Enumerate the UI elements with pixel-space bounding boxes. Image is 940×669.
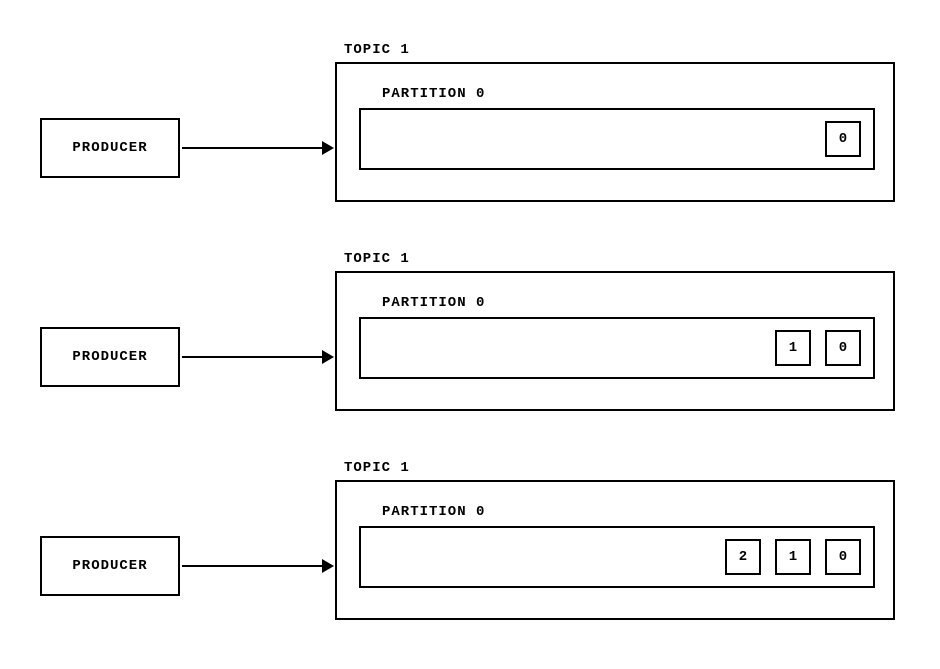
producer-label: PRODUCER [72, 349, 147, 365]
message-cell: 1 [775, 330, 811, 366]
message-value: 0 [839, 340, 847, 356]
topic-label: TOPIC 1 [344, 42, 410, 58]
arrow-icon [182, 356, 332, 358]
partition-box: 1 0 [359, 317, 875, 379]
partition-box: 0 [359, 108, 875, 170]
partition-label: PARTITION 0 [382, 504, 485, 520]
message-value: 1 [789, 340, 797, 356]
message-value: 1 [789, 549, 797, 565]
topic-box: PARTITION 0 1 0 [335, 271, 895, 411]
message-cell: 0 [825, 121, 861, 157]
message-cell: 1 [775, 539, 811, 575]
message-cell: 0 [825, 539, 861, 575]
topic-box: PARTITION 0 2 1 0 [335, 480, 895, 620]
arrow-icon [182, 565, 332, 567]
partition-label: PARTITION 0 [382, 86, 485, 102]
topic-label: TOPIC 1 [344, 251, 410, 267]
topic-label: TOPIC 1 [344, 460, 410, 476]
message-cell: 0 [825, 330, 861, 366]
producer-box: PRODUCER [40, 536, 180, 596]
producer-label: PRODUCER [72, 558, 147, 574]
topic-box: PARTITION 0 0 [335, 62, 895, 202]
partition-label: PARTITION 0 [382, 295, 485, 311]
message-cell: 2 [725, 539, 761, 575]
producer-label: PRODUCER [72, 140, 147, 156]
message-value: 2 [739, 549, 747, 565]
partition-box: 2 1 0 [359, 526, 875, 588]
producer-box: PRODUCER [40, 118, 180, 178]
message-value: 0 [839, 549, 847, 565]
producer-box: PRODUCER [40, 327, 180, 387]
message-value: 0 [839, 131, 847, 147]
arrow-icon [182, 147, 332, 149]
